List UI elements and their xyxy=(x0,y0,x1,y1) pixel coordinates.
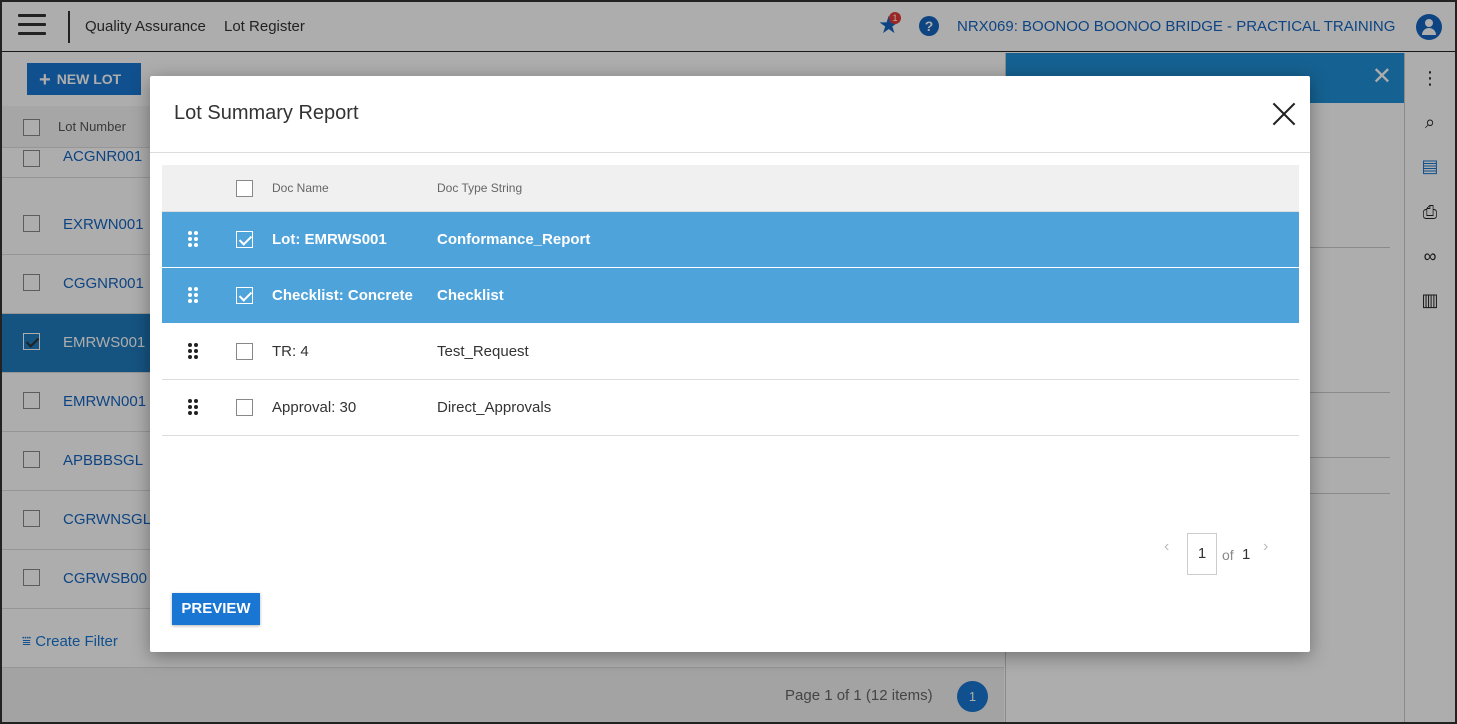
doc-row[interactable]: Lot: EMRWS001 Conformance_Report xyxy=(162,212,1299,268)
pager-of-label: of xyxy=(1222,547,1234,563)
app-window: Quality Assurance Lot Register ★ 1 ? NRX… xyxy=(0,0,1457,724)
close-icon[interactable] xyxy=(1270,100,1298,128)
lot-summary-report-dialog: Lot Summary Report Doc Name Doc Type Str… xyxy=(150,76,1310,652)
column-doc-type[interactable]: Doc Type String xyxy=(437,181,522,195)
doc-row[interactable]: TR: 4 Test_Request xyxy=(162,324,1299,380)
drag-handle-icon[interactable] xyxy=(188,343,198,359)
doc-name-cell: Checklist: Concrete xyxy=(272,287,413,304)
doc-type-cell: Conformance_Report xyxy=(437,231,591,248)
doc-type-cell: Checklist xyxy=(437,287,504,304)
doc-checkbox[interactable] xyxy=(236,287,253,304)
column-doc-name[interactable]: Doc Name xyxy=(272,181,329,195)
doc-row[interactable]: Approval: 30 Direct_Approvals xyxy=(162,380,1299,436)
doc-name-cell: TR: 4 xyxy=(272,343,309,360)
doc-row[interactable]: Checklist: Concrete Checklist xyxy=(162,268,1299,324)
drag-handle-icon[interactable] xyxy=(188,287,198,303)
next-page-icon[interactable]: › xyxy=(1263,538,1268,556)
select-all-docs-checkbox[interactable] xyxy=(236,180,253,197)
pager-total: 1 xyxy=(1242,546,1251,563)
doc-checkbox[interactable] xyxy=(236,343,253,360)
preview-button[interactable]: PREVIEW xyxy=(172,593,260,625)
doc-grid-header: Doc Name Doc Type String xyxy=(162,165,1299,212)
dialog-divider xyxy=(150,152,1310,153)
doc-name-cell: Approval: 30 xyxy=(272,399,357,416)
prev-page-icon[interactable]: ‹ xyxy=(1164,538,1169,556)
dialog-title: Lot Summary Report xyxy=(174,102,359,124)
doc-type-cell: Direct_Approvals xyxy=(437,399,552,416)
drag-handle-icon[interactable] xyxy=(188,399,198,415)
doc-checkbox[interactable] xyxy=(236,399,253,416)
page-number-input[interactable]: 1 xyxy=(1187,533,1217,575)
doc-type-cell: Test_Request xyxy=(437,343,529,360)
doc-name-cell: Lot: EMRWS001 xyxy=(272,231,387,248)
drag-handle-icon[interactable] xyxy=(188,231,198,247)
doc-checkbox[interactable] xyxy=(236,231,253,248)
